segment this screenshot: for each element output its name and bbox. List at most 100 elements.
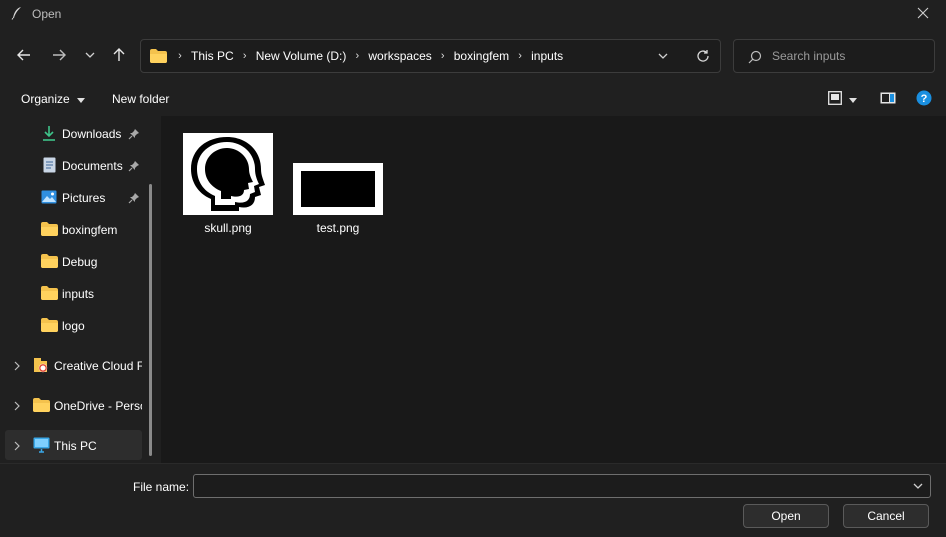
search-box[interactable] [733,39,935,73]
open-button[interactable]: Open [743,504,829,528]
breadcrumb-boxingfem[interactable]: boxingfem [452,49,511,63]
breadcrumb-inputs[interactable]: inputs [529,49,565,63]
forward-button[interactable] [47,44,71,68]
window-title: Open [32,7,62,21]
sidebar-item-debug[interactable]: Debug [0,246,150,276]
folder-icon [40,317,58,333]
organize-button[interactable]: Organize [21,92,85,106]
navigation-scrollbar[interactable] [149,184,152,456]
address-history-button[interactable] [655,49,671,65]
file-list: skull.png test.png [161,116,946,463]
sidebar-item-label: inputs [62,287,95,301]
breadcrumb-separator-icon[interactable]: › [513,50,527,62]
download-icon [40,125,58,141]
pin-icon [128,160,140,172]
sidebar-item-downloads[interactable]: Downloads [0,118,150,148]
close-icon [917,7,929,22]
sidebar-item-boxingfem[interactable]: boxingfem [0,214,150,244]
folder-icon [40,221,58,237]
sidebar-item-documents[interactable]: Documents [0,150,150,180]
search-input[interactable] [772,46,928,66]
cancel-button[interactable]: Cancel [843,504,929,528]
file-name-input[interactable] [200,477,900,495]
svg-text:?: ? [921,93,928,105]
sidebar-item-label: Creative Cloud F [54,359,142,373]
chevron-right-icon[interactable] [12,400,22,411]
arrow-left-icon [16,47,32,66]
arrow-right-icon [51,47,67,66]
preview-pane-icon [880,92,896,107]
creative-cloud-folder-icon [32,357,50,373]
file-name-label: File name: [133,480,190,494]
close-button[interactable] [900,0,946,28]
new-folder-label: New folder [112,92,170,106]
sidebar-item-label: Downloads [62,127,122,141]
test-thumbnail [293,163,383,215]
chevron-right-icon[interactable] [12,440,22,451]
file-name: skull.png [204,221,252,235]
file-item-test[interactable]: test.png [291,162,385,236]
breadcrumb-separator-icon[interactable]: › [436,50,450,62]
command-bar: Organize New folder ? [0,84,946,114]
help-icon: ? [916,90,932,109]
folder-icon [40,285,58,301]
refresh-icon [696,49,710,66]
folder-icon [32,397,50,413]
search-icon [748,50,762,64]
sidebar-item-label: OneDrive - Perso [54,399,142,413]
help-button[interactable]: ? [915,90,933,108]
caret-down-icon [848,92,857,106]
chevron-right-icon[interactable] [12,360,22,371]
sidebar-item-pictures[interactable]: Pictures [0,182,150,212]
sidebar-item-onedrive[interactable]: OneDrive - Perso [0,390,150,420]
breadcrumb-new-volume[interactable]: New Volume (D:) [254,49,349,63]
pin-icon [128,192,140,204]
up-button[interactable] [107,44,131,68]
sidebar-item-label: This PC [54,439,97,453]
folder-icon [40,253,58,269]
skull-thumbnail [183,133,273,215]
title-bar: Open [0,0,946,28]
preview-pane-button[interactable] [879,90,897,108]
sidebar-item-creative-cloud[interactable]: Creative Cloud F [0,350,150,380]
chevron-down-icon [657,50,669,65]
chevron-down-icon [84,49,96,64]
sidebar-item-label: Debug [62,255,98,269]
dialog-footer: File name: Open Cancel [0,463,946,537]
sidebar-item-label: logo [62,319,85,333]
breadcrumb-separator-icon[interactable]: › [173,50,187,62]
document-icon [40,157,58,173]
monitor-icon [32,437,50,453]
sidebar-item-label: boxingfem [62,223,118,237]
address-bar[interactable]: › This PC › New Volume (D:) › workspaces… [140,39,721,73]
navigation-pane: Downloads Documents Pictures boxingfem D… [0,116,160,463]
breadcrumb-separator-icon[interactable]: › [350,50,364,62]
back-button[interactable] [12,44,36,68]
breadcrumb-this-pc[interactable]: This PC [189,49,236,63]
folder-icon [150,49,167,63]
chevron-down-icon[interactable] [912,480,924,492]
file-name: test.png [316,221,360,235]
breadcrumb-workspaces[interactable]: workspaces [366,49,433,63]
sidebar-item-label: Documents [62,159,123,173]
sidebar-item-logo[interactable]: logo [0,310,150,340]
navigation-row: › This PC › New Volume (D:) › workspaces… [0,28,946,84]
sidebar-item-label: Pictures [62,191,106,205]
view-options-button[interactable] [824,90,860,108]
sidebar-item-this-pc[interactable]: This PC [5,430,142,460]
breadcrumb-separator-icon[interactable]: › [238,50,252,62]
sidebar-item-inputs[interactable]: inputs [0,278,150,308]
recent-locations-button[interactable] [78,44,102,68]
feather-icon [11,6,23,20]
pin-icon [128,128,140,140]
view-icon [827,90,842,108]
file-item-skull[interactable]: skull.png [181,132,275,236]
organize-label: Organize [21,92,70,106]
file-name-combobox[interactable] [193,474,931,498]
refresh-button[interactable] [693,47,713,67]
new-folder-button[interactable]: New folder [112,92,169,106]
pictures-icon [40,189,58,205]
arrow-up-icon [111,47,127,66]
breadcrumb: › This PC › New Volume (D:) › workspaces… [171,40,565,72]
caret-down-icon [76,92,85,106]
